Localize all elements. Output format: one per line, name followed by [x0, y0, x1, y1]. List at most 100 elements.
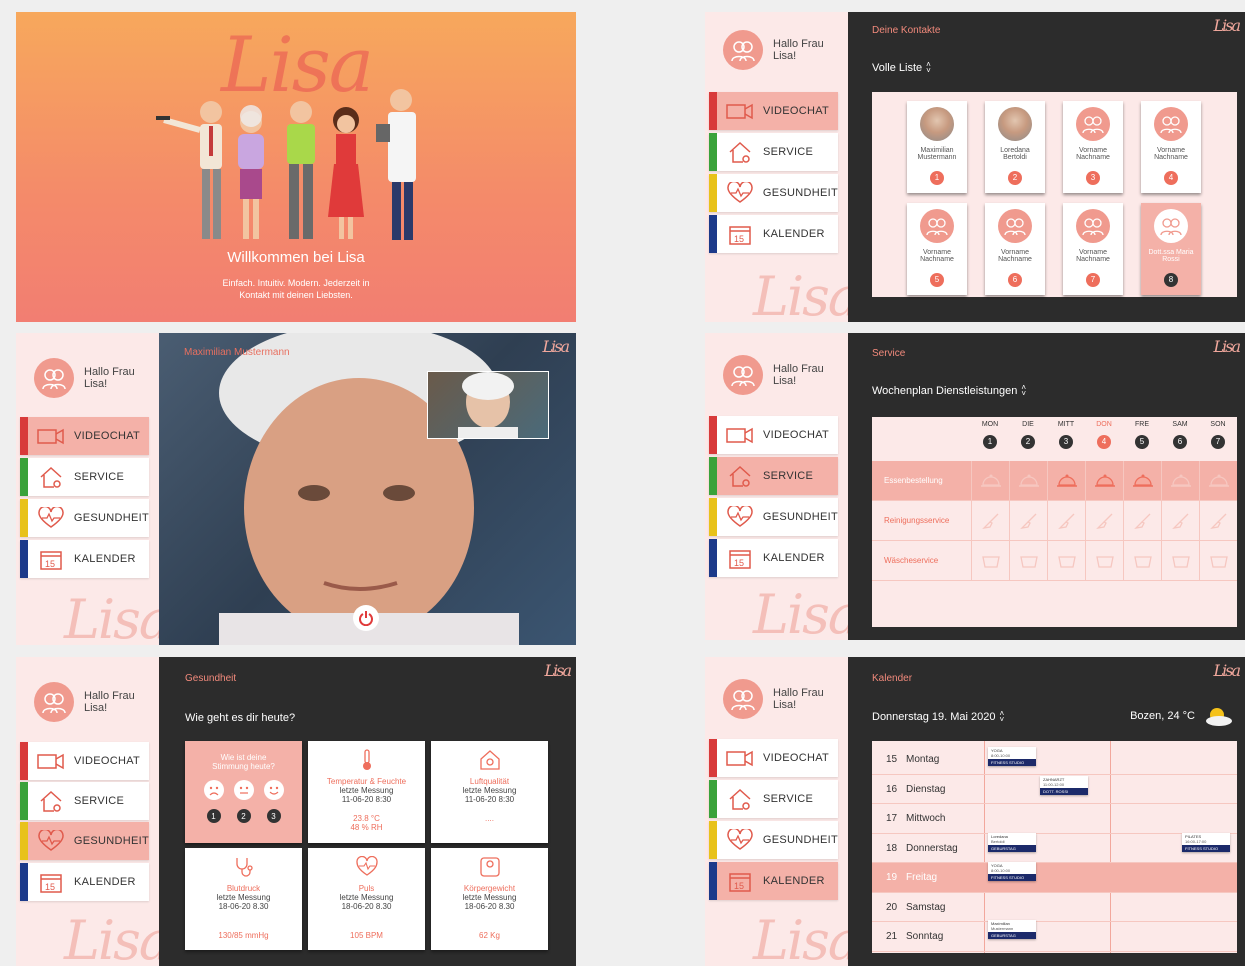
service-slot[interactable] — [1047, 461, 1085, 501]
calendar-event[interactable]: YOGA 8:00-10:00 FITNESS STUDIO — [988, 747, 1036, 766]
service-slot[interactable] — [1085, 501, 1123, 541]
service-slot[interactable] — [1161, 501, 1199, 541]
nav-service[interactable]: SERVICE — [709, 133, 838, 171]
nav-kalender[interactable]: 15 KALENDER — [709, 215, 838, 253]
food-cloche-icon — [1208, 474, 1229, 487]
nav-videochat[interactable]: VIDEOCHAT — [20, 742, 149, 780]
nav-label: SERVICE — [763, 470, 814, 482]
day-name: Donnerstag — [906, 842, 958, 854]
sidebar: Hallo Frau Lisa! VIDEOCHAT SERVICE GESUN… — [705, 657, 848, 966]
health-metric-card[interactable]: Luftqualität letzte Messung 11-06-20 8:3… — [431, 741, 548, 843]
service-slot[interactable] — [1009, 461, 1047, 501]
contact-number: 7 — [1086, 272, 1100, 287]
house-air-icon — [479, 750, 500, 770]
service-slot[interactable] — [1123, 461, 1161, 501]
nav-videochat[interactable]: VIDEOCHAT — [20, 417, 149, 455]
mood-card[interactable]: Wie ist deine Stimmung heute? 1 2 3 — [185, 741, 302, 843]
health-metric-card[interactable]: Puls letzte Messung 18-06-20 8.30 105 BP… — [308, 848, 425, 950]
greeting: Hallo Frau Lisa! — [723, 355, 833, 395]
day-label: MON — [981, 421, 999, 428]
page-title: Kalender — [872, 673, 913, 684]
svg-text:15: 15 — [734, 558, 744, 568]
sad-face-icon[interactable] — [203, 779, 225, 801]
contact-card[interactable]: Vorname Nachname 4 — [1141, 101, 1201, 193]
nav-kalender[interactable]: 15 KALENDER — [709, 539, 838, 577]
nav-gesundheit[interactable]: GESUNDHEIT — [709, 498, 838, 536]
contacts-screen: Hallo Frau Lisa! VIDEOCHAT SERVICE GESUN… — [705, 12, 1245, 322]
nav-label: GESUNDHEIT — [73, 512, 149, 524]
contact-card[interactable]: Dott.ssa Maria Rossi 8 — [1141, 203, 1201, 295]
contact-card[interactable]: Vorname Nachname 6 — [985, 203, 1045, 295]
health-metric-card[interactable]: Blutdruck letzte Messung 18-06-20 8.30 1… — [185, 848, 302, 950]
service-slot[interactable] — [971, 541, 1009, 581]
house-gear-icon — [725, 786, 755, 812]
service-slot[interactable] — [1085, 541, 1123, 581]
plan-selector[interactable]: Wochenplan Dienstleistungen ˄ ˅ — [872, 384, 1026, 398]
service-label: Essenbestellung — [884, 476, 943, 485]
service-slot[interactable] — [1161, 541, 1199, 581]
service-slot[interactable] — [971, 461, 1009, 501]
nav-gesundheit[interactable]: GESUNDHEIT — [709, 174, 838, 212]
nav-videochat[interactable]: VIDEOCHAT — [709, 416, 838, 454]
service-slot[interactable] — [1047, 541, 1085, 581]
end-call-button[interactable] — [353, 605, 379, 631]
calendar-day-row[interactable]: 15 Montag — [872, 745, 1237, 775]
calendar-event[interactable]: Maximilian Mustermann GEBURSTAG — [988, 920, 1036, 939]
service-slot[interactable] — [1123, 541, 1161, 581]
happy-face-icon[interactable] — [263, 779, 285, 801]
nav-gesundheit[interactable]: GESUNDHEIT — [20, 822, 149, 860]
calendar-day-row[interactable]: 21 Sonntag — [872, 922, 1237, 952]
list-selector[interactable]: Volle Liste ˄ ˅ — [872, 61, 931, 75]
contact-card[interactable]: Vorname Nachname 5 — [907, 203, 967, 295]
contact-card[interactable]: Vorname Nachname 3 — [1063, 101, 1123, 193]
nav-service[interactable]: SERVICE — [709, 780, 838, 818]
nav-videochat[interactable]: VIDEOCHAT — [709, 92, 838, 130]
health-metric-card[interactable]: Körpergewicht letzte Messung 18-06-20 8.… — [431, 848, 548, 950]
nav-service[interactable]: SERVICE — [709, 457, 838, 495]
metric-value: 23.8 °C — [353, 814, 380, 823]
neutral-face-icon[interactable] — [233, 779, 255, 801]
nav-service[interactable]: SERVICE — [20, 782, 149, 820]
nav-kalender[interactable]: 15 KALENDER — [20, 863, 149, 901]
event-tag: FITNESS STUDIO — [988, 874, 1036, 881]
nav-videochat[interactable]: VIDEOCHAT — [709, 739, 838, 777]
calendar-event[interactable]: ZAHNARZT 11:00-12:00 DOTT. ROSSI — [1040, 776, 1088, 795]
nav-label: SERVICE — [763, 146, 814, 158]
health-metric-card[interactable]: Temperatur & Feuchte letzte Messung 11-0… — [308, 741, 425, 843]
nav-gesundheit[interactable]: GESUNDHEIT — [709, 821, 838, 859]
nav-kalender[interactable]: 15 KALENDER — [20, 540, 149, 578]
service-slot[interactable] — [1199, 501, 1237, 541]
service-slot[interactable] — [1199, 461, 1237, 501]
videochat-screen: Hallo Frau Lisa! VIDEOCHAT SERVICE GESUN… — [16, 333, 576, 645]
calendar-event[interactable]: YOGA 8:00-10:00 FITNESS STUDIO — [988, 862, 1036, 881]
day-label: DIE — [1022, 421, 1034, 428]
date-selector[interactable]: Donnerstag 19. Mai 2020 ˄ ˅ — [872, 710, 1004, 724]
service-slot[interactable] — [1009, 501, 1047, 541]
service-slot[interactable] — [1199, 541, 1237, 581]
service-slot[interactable] — [1009, 541, 1047, 581]
nav-service[interactable]: SERVICE — [20, 458, 149, 496]
service-label: Reinigungsservice — [884, 516, 950, 525]
nav-kalender[interactable]: 15 KALENDER — [709, 862, 838, 900]
service-slot[interactable] — [971, 501, 1009, 541]
corner-logo: Lisa — [544, 661, 572, 680]
svg-text:15: 15 — [45, 882, 55, 892]
calendar-event[interactable]: Loredana Bertoldi GEBURSTAG — [988, 833, 1036, 852]
mood-question-2: Stimmung heute? — [212, 762, 275, 771]
day-header: DON 4 — [1085, 421, 1123, 449]
service-slot[interactable] — [1085, 461, 1123, 501]
calendar-day-row[interactable]: 17 Mittwoch — [872, 804, 1237, 834]
calendar-day-row[interactable]: 20 Samstag — [872, 893, 1237, 922]
day-number: 5 — [1135, 434, 1149, 449]
calendar-day-row[interactable]: 19 Freitag — [872, 863, 1237, 893]
day-name: Dienstag — [906, 783, 946, 795]
contact-card[interactable]: Vorname Nachname 7 — [1063, 203, 1123, 295]
service-slot[interactable] — [1047, 501, 1085, 541]
service-slot[interactable] — [1161, 461, 1199, 501]
nav-gesundheit[interactable]: GESUNDHEIT — [20, 499, 149, 537]
calendar-event[interactable]: PILATES 16:00-17:00 FITNESS STUDIO — [1182, 833, 1230, 852]
contact-card[interactable]: Maximilian Mustermann 1 — [907, 101, 967, 193]
service-slot[interactable] — [1123, 501, 1161, 541]
contact-card[interactable]: Loredana Bertoldi 2 — [985, 101, 1045, 193]
greeting: Hallo Frau Lisa! — [723, 30, 833, 70]
